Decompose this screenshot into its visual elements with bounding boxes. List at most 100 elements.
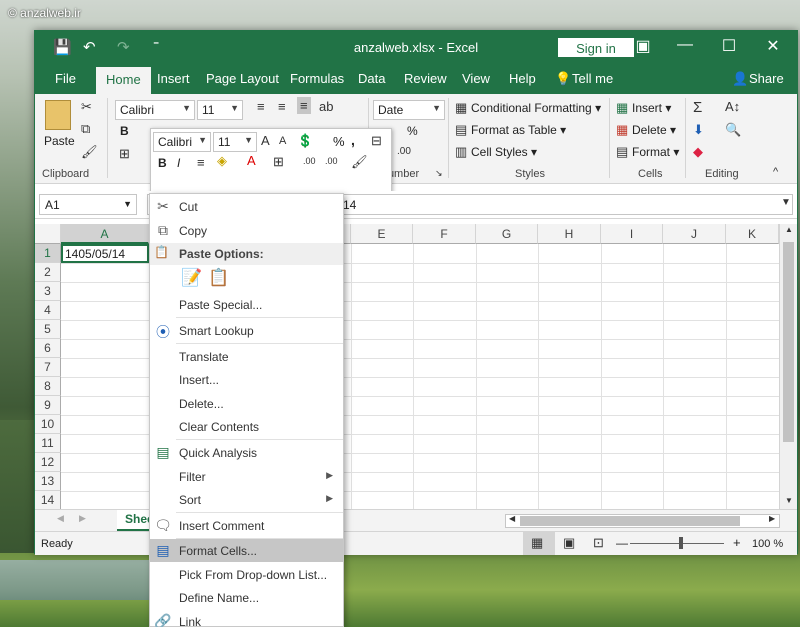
- zoom-in-button[interactable]: +: [733, 535, 741, 550]
- scroll-right-icon[interactable]: ▶: [769, 514, 775, 523]
- row-header[interactable]: 5: [35, 320, 61, 339]
- cut-icon[interactable]: ✂: [81, 99, 92, 115]
- tab-review[interactable]: Review: [404, 71, 447, 86]
- insert-cells-button[interactable]: Insert ▾: [632, 101, 671, 115]
- accounting-format-icon[interactable]: 💲: [297, 133, 313, 149]
- sign-in-button[interactable]: Sign in: [558, 38, 634, 57]
- scroll-down-icon[interactable]: ▼: [785, 496, 793, 505]
- align-bottom-icon[interactable]: ≡: [297, 97, 311, 114]
- mini-bold-button[interactable]: B: [158, 156, 167, 170]
- column-header[interactable]: K: [726, 224, 779, 244]
- menu-item-insert[interactable]: Insert...: [150, 368, 343, 391]
- menu-item-define-name[interactable]: Define Name...: [150, 586, 343, 609]
- row-header[interactable]: 2: [35, 263, 61, 282]
- next-sheet-icon[interactable]: ▶: [79, 513, 86, 524]
- mini-italic-button[interactable]: I: [177, 156, 180, 170]
- row-header[interactable]: 6: [35, 339, 61, 358]
- worksheet-grid[interactable]: A B C D E F G H I J K 1 2 3 4 5 6 7 8 9 …: [35, 224, 779, 509]
- expand-formula-bar-icon[interactable]: ▼: [781, 197, 791, 208]
- mini-align-center-icon[interactable]: ≡: [197, 155, 205, 170]
- menu-item-link[interactable]: 🔗 Link: [150, 610, 343, 627]
- format-painter-icon[interactable]: 🖌: [81, 144, 98, 160]
- paste-option-values-icon[interactable]: 📋: [208, 268, 229, 288]
- share-button[interactable]: Share: [749, 71, 784, 86]
- paste-icon[interactable]: [45, 100, 71, 130]
- menu-item-sort[interactable]: Sort ▶: [150, 488, 343, 511]
- collapse-ribbon-icon[interactable]: ^: [773, 166, 778, 178]
- bold-button[interactable]: B: [120, 124, 129, 138]
- column-header[interactable]: H: [538, 224, 601, 244]
- tab-view[interactable]: View: [462, 71, 490, 86]
- name-box[interactable]: A1 ▼: [39, 194, 137, 215]
- row-header[interactable]: 12: [35, 453, 61, 472]
- format-as-table-button[interactable]: Format as Table ▾: [471, 123, 566, 137]
- font-size-select[interactable]: 11 ▼: [197, 100, 243, 120]
- mini-decrease-decimal-icon[interactable]: .00: [325, 156, 338, 166]
- increase-decimal-icon[interactable]: .00: [303, 156, 316, 166]
- row-header[interactable]: 7: [35, 358, 61, 377]
- align-top-icon[interactable]: ≡: [257, 99, 265, 114]
- page-break-view-icon[interactable]: ⊡: [593, 535, 604, 551]
- menu-item-cut[interactable]: ✂ Cut: [150, 195, 343, 218]
- align-middle-icon[interactable]: ≡: [278, 99, 286, 114]
- conditional-formatting-button[interactable]: Conditional Formatting ▾: [471, 101, 601, 115]
- page-layout-view-icon[interactable]: ▣: [563, 535, 575, 551]
- decrease-font-icon[interactable]: A: [279, 135, 286, 147]
- menu-item-translate[interactable]: Translate: [150, 345, 343, 368]
- menu-item-format-cells[interactable]: ▤ Format Cells...: [150, 539, 343, 562]
- font-name-select[interactable]: Calibri ▼: [115, 100, 195, 120]
- autosum-icon[interactable]: Σ: [693, 99, 702, 116]
- increase-font-icon[interactable]: A: [261, 133, 270, 148]
- row-header[interactable]: 13: [35, 472, 61, 491]
- close-button[interactable]: ✕: [763, 36, 783, 56]
- format-cells-button[interactable]: Format ▾: [632, 145, 679, 159]
- menu-item-filter[interactable]: Filter ▶: [150, 465, 343, 488]
- vertical-scrollbar[interactable]: ▲ ▼: [779, 224, 797, 509]
- comma-style-button[interactable]: ,: [351, 132, 355, 148]
- row-header[interactable]: 11: [35, 434, 61, 453]
- column-header[interactable]: G: [476, 224, 538, 244]
- minimize-button[interactable]: —: [675, 36, 695, 54]
- row-header[interactable]: 1: [35, 244, 61, 263]
- clear-icon[interactable]: ◆: [693, 144, 703, 160]
- tab-formulas[interactable]: Formulas: [290, 71, 344, 86]
- number-launcher-icon[interactable]: ↘: [435, 168, 443, 179]
- fill-color-icon[interactable]: ◈: [217, 153, 227, 169]
- cell-a1[interactable]: 1405/05/14: [61, 244, 149, 263]
- column-header[interactable]: E: [351, 224, 413, 244]
- mini-percent-button[interactable]: %: [333, 134, 345, 149]
- tab-insert[interactable]: Insert: [157, 71, 190, 86]
- fill-icon[interactable]: ⬇: [693, 122, 704, 138]
- scroll-up-icon[interactable]: ▲: [785, 225, 793, 234]
- mini-font-name-select[interactable]: Calibri ▼: [153, 132, 211, 152]
- tab-page-layout[interactable]: Page Layout: [206, 71, 279, 86]
- find-select-icon[interactable]: 🔍: [725, 122, 741, 138]
- zoom-slider[interactable]: [679, 537, 683, 549]
- tell-me-search[interactable]: Tell me: [572, 71, 613, 86]
- borders-icon[interactable]: ⊞: [119, 146, 130, 162]
- column-header[interactable]: F: [413, 224, 476, 244]
- menu-item-quick-analysis[interactable]: ▤ Quick Analysis: [150, 441, 343, 464]
- column-header[interactable]: I: [601, 224, 663, 244]
- number-format-select[interactable]: Date ▼: [373, 100, 445, 120]
- wrap-text-icon[interactable]: ab: [319, 99, 333, 114]
- column-header[interactable]: J: [663, 224, 726, 244]
- zoom-level[interactable]: 100 %: [752, 538, 783, 550]
- sort-filter-icon[interactable]: A↕: [725, 99, 740, 114]
- menu-item-clear-contents[interactable]: Clear Contents: [150, 415, 343, 438]
- row-header[interactable]: 4: [35, 301, 61, 320]
- menu-item-pick-dropdown[interactable]: Pick From Drop-down List...: [150, 563, 343, 586]
- merge-center-icon[interactable]: ⊟: [371, 133, 382, 149]
- mini-font-size-select[interactable]: 11 ▼: [213, 132, 257, 152]
- tab-file[interactable]: File: [55, 71, 76, 86]
- row-header[interactable]: 9: [35, 396, 61, 415]
- tab-home[interactable]: Home: [96, 67, 151, 94]
- column-header[interactable]: A: [61, 224, 149, 244]
- normal-view-icon[interactable]: ▦: [531, 535, 543, 551]
- delete-cells-button[interactable]: Delete ▾: [632, 123, 676, 137]
- decrease-decimal-icon[interactable]: .00: [397, 146, 411, 157]
- paste-button[interactable]: Paste: [44, 134, 75, 148]
- zoom-out-button[interactable]: —: [616, 536, 628, 550]
- select-all-corner[interactable]: [35, 224, 61, 244]
- mini-borders-icon[interactable]: ⊞: [273, 154, 284, 170]
